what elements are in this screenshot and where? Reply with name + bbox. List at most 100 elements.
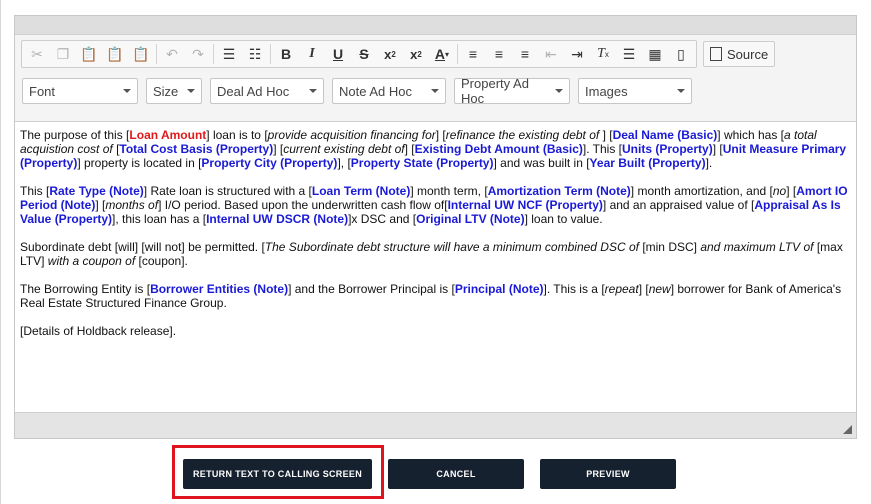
copy-icon[interactable]: ❐	[50, 42, 76, 66]
outdent-icon[interactable]: ⇤	[538, 42, 564, 66]
editor-content[interactable]: The purpose of this [Loan Amount] loan i…	[15, 122, 856, 412]
return-text-button[interactable]: RETURN TEXT TO CALLING SCREEN	[183, 459, 372, 489]
toolbar-separator	[457, 44, 458, 64]
source-button[interactable]: Source	[703, 41, 776, 67]
italic-text: repeat	[604, 282, 639, 296]
merge-field: Loan Term (Note)	[311, 184, 411, 198]
images-select-label: Images	[585, 83, 628, 99]
body-text: ] loan is to [	[206, 128, 268, 142]
body-text: [Details of Holdback release].	[20, 324, 177, 338]
body-text: [coupon].	[138, 254, 188, 268]
deal-ad-hoc-select[interactable]: Deal Ad Hoc	[210, 78, 324, 104]
images-select[interactable]: Images	[578, 78, 692, 104]
body-text: ] [	[435, 128, 446, 142]
subscript-icon[interactable]: x2	[403, 42, 429, 66]
body-text: [min DSC]	[642, 240, 697, 254]
merge-field: Existing Debt Amount (Basic)	[414, 142, 583, 156]
body-text: ] [	[638, 282, 649, 296]
paste-text-icon[interactable]: 📋	[102, 42, 128, 66]
property-ad-hoc-select[interactable]: Property Ad Hoc	[454, 76, 570, 106]
align-right-icon[interactable]: ≡	[512, 42, 538, 66]
body-text: ] month amortization, and [	[630, 184, 773, 198]
merge-field: Amortization Term (Note)	[487, 184, 631, 198]
merge-field: Property State (Property)	[350, 156, 494, 170]
rich-text-editor: ✂ ❐ 📋 📋 📋 ↶ ↷ ☰ ☷ B I U S x2 x 2 A ▾ ≡ ≡…	[14, 15, 857, 439]
toolbar-separator	[156, 44, 157, 64]
superscript-icon[interactable]: x2	[377, 42, 403, 66]
body-text: ] Rate loan is structured with a [	[143, 184, 312, 198]
bold-icon[interactable]: B	[273, 42, 299, 66]
body-text: ].	[705, 156, 713, 170]
chevron-down-icon	[677, 89, 685, 93]
merge-field-highlighted: Loan Amount	[129, 128, 207, 142]
merge-field: Original LTV (Note)	[416, 212, 525, 226]
size-select[interactable]: Size	[146, 78, 202, 104]
merge-field: Borrower Entities (Note)	[150, 282, 289, 296]
preview-button[interactable]: PREVIEW	[540, 459, 676, 489]
toolbar-separator	[213, 44, 214, 64]
body-text: ]. This is a [	[543, 282, 605, 296]
body-text: ], this loan has a [	[112, 212, 207, 226]
italic-text: months of	[105, 198, 159, 212]
size-select-label: Size	[153, 83, 179, 99]
body-text: ] month term, [	[410, 184, 488, 198]
chevron-down-icon	[431, 89, 439, 93]
cancel-button[interactable]: CANCEL	[388, 459, 524, 489]
body-text: ] [	[404, 142, 415, 156]
numbered-list-icon[interactable]: ☰	[216, 42, 242, 66]
align-center-icon[interactable]: ≡	[486, 42, 512, 66]
redo-icon[interactable]: ↷	[185, 42, 211, 66]
resize-handle-icon[interactable]	[843, 425, 852, 434]
merge-field: Internal UW DSCR (Note)	[206, 212, 349, 226]
paste-from-word-icon[interactable]: 📋	[128, 42, 154, 66]
note-ad-hoc-select[interactable]: Note Ad Hoc	[332, 78, 446, 104]
italic-text: current existing debt of	[283, 142, 405, 156]
deal-ad-hoc-label: Deal Ad Hoc	[217, 83, 290, 99]
body-text: ] [	[273, 142, 284, 156]
paragraph-borrower: The Borrowing Entity is [Borrower Entiti…	[20, 282, 851, 310]
merge-field: Rate Type (Note)	[49, 184, 144, 198]
table-icon[interactable]: ▦	[642, 42, 668, 66]
property-ad-hoc-label: Property Ad Hoc	[461, 76, 529, 106]
page-break-icon[interactable]: ▯	[668, 42, 694, 66]
chevron-down-icon	[555, 89, 563, 93]
clipboard-group: ✂ ❐ 📋 📋 📋 ↶ ↷ ☰ ☷ B I U S x2 x 2 A ▾ ≡ ≡…	[21, 40, 697, 68]
merge-field: Units (Property)	[622, 142, 713, 156]
chevron-down-icon	[187, 89, 195, 93]
font-select-label: Font	[29, 83, 56, 99]
align-left-icon[interactable]: ≡	[460, 42, 486, 66]
italic-text: with a coupon of	[44, 254, 139, 268]
italic-icon[interactable]: I	[299, 42, 325, 66]
body-text: ] [	[786, 184, 797, 198]
merge-field: Principal (Note)	[454, 282, 544, 296]
italic-text: and maximum LTV of	[697, 240, 817, 254]
body-text: ] and an appraised value of [	[602, 198, 755, 212]
merge-field: Property City (Property)	[201, 156, 338, 170]
body-text: This [	[20, 184, 50, 198]
italic-text: no	[772, 184, 787, 198]
paragraph-loan-purpose: The purpose of this [Loan Amount] loan i…	[20, 128, 851, 170]
cut-icon[interactable]: ✂	[24, 42, 50, 66]
horizontal-line-icon[interactable]: ☰	[616, 42, 642, 66]
underline-icon[interactable]: U	[325, 42, 351, 66]
italic-text: new	[648, 282, 671, 296]
body-text: The Borrowing Entity is [	[20, 282, 151, 296]
editor-dialog: ✂ ❐ 📋 📋 📋 ↶ ↷ ☰ ☷ B I U S x2 x 2 A ▾ ≡ ≡…	[0, 0, 872, 504]
chevron-down-icon	[123, 89, 131, 93]
body-text: ] [	[712, 142, 723, 156]
bulleted-list-icon[interactable]: ☷	[242, 42, 268, 66]
paragraph-holdback: [Details of Holdback release].	[20, 324, 851, 338]
undo-icon[interactable]: ↶	[159, 42, 185, 66]
toolbar-separator	[270, 44, 271, 64]
strikethrough-icon[interactable]: S	[351, 42, 377, 66]
merge-field: Deal Name (Basic)	[612, 128, 718, 142]
paste-icon[interactable]: 📋	[76, 42, 102, 66]
remove-format-icon[interactable]: Tx	[590, 42, 616, 66]
editor-status-bar	[15, 412, 856, 438]
merge-field: Year Built (Property)	[589, 156, 706, 170]
text-color-icon[interactable]: A ▾	[429, 42, 455, 66]
body-text: ] which has [	[717, 128, 784, 142]
indent-icon[interactable]: ⇥	[564, 42, 590, 66]
font-select[interactable]: Font	[22, 78, 138, 104]
body-text: ] and the Borrower Principal is [	[288, 282, 455, 296]
